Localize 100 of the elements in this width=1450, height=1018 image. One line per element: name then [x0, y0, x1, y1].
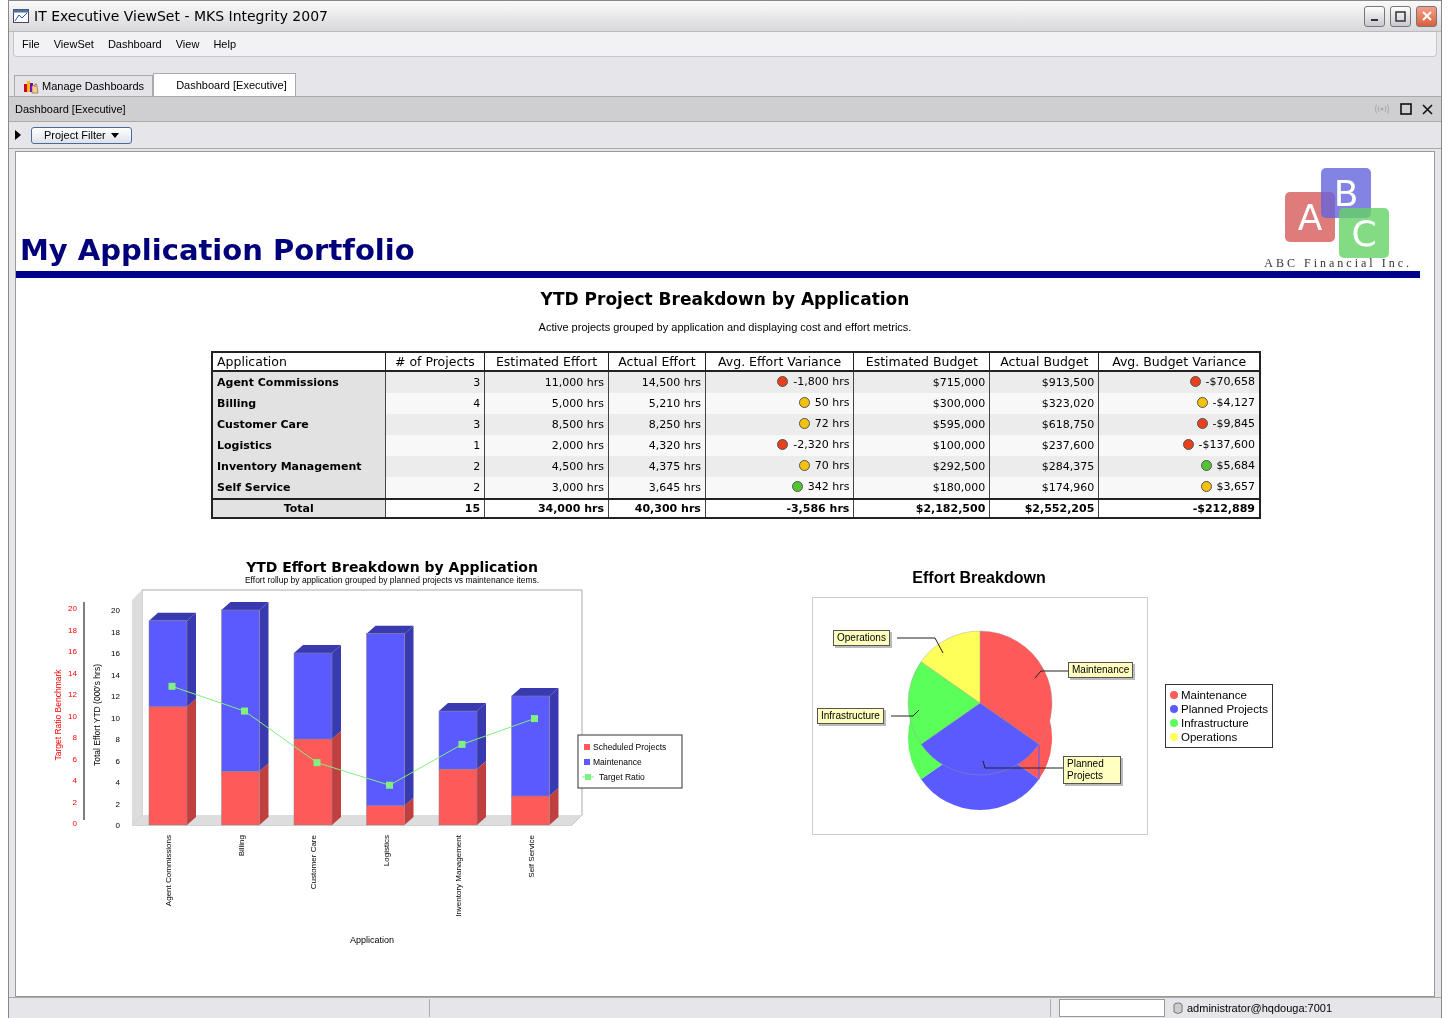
table-cell: 1 [385, 435, 485, 456]
table-cell: Inventory Management [212, 456, 385, 477]
tick-label: 20 [68, 604, 77, 613]
close-icon [1421, 11, 1432, 21]
table-cell: -$9,845 [1098, 414, 1260, 435]
table-cell: 2 [385, 477, 485, 499]
menu-item[interactable]: ViewSet [53, 38, 94, 50]
table-cell: $715,000 [853, 371, 990, 393]
menu-item[interactable]: Help [213, 38, 236, 50]
legend-line-icon [581, 774, 595, 780]
slice-label: Operations [833, 630, 890, 646]
bar [438, 768, 478, 826]
legend-label: Infrastructure [1181, 717, 1249, 729]
panel-title: Dashboard [Executive] [15, 103, 127, 115]
total-cell: -3,586 hrs [705, 499, 854, 518]
tick-label: 6 [72, 754, 77, 764]
slice-label: Planned Projects [1063, 756, 1121, 784]
legend-label: Target Ratio [599, 772, 645, 782]
chart-window-icon [13, 9, 29, 23]
window-title: IT Executive ViewSet - MKS Integrity 2007 [34, 8, 329, 24]
data-point [458, 740, 466, 748]
tick-label: 8 [72, 733, 77, 742]
table-cell: Logistics [212, 435, 385, 456]
section-title: YTD Project Breakdown by Application [539, 289, 911, 309]
table-cell: 342 hrs [705, 477, 854, 499]
data-point [531, 715, 538, 723]
tick-label: 4 [115, 778, 120, 787]
table-cell: 4,375 hrs [608, 456, 706, 477]
table-cell: -$70,658 [1098, 371, 1260, 393]
category-label: Agent Commissions [164, 835, 173, 907]
maximize-button[interactable] [1390, 5, 1411, 27]
table-cell: 8,250 hrs [608, 414, 706, 435]
category-label: Inventory Management [454, 835, 463, 917]
project-filter-button[interactable]: Project Filter [31, 126, 132, 144]
table-cell: 72 hrs [705, 414, 854, 435]
leader-line [896, 637, 944, 654]
slice-label: Maintenance [1068, 662, 1134, 678]
legend-label: Maintenance [593, 757, 642, 767]
tick-label: 16 [68, 647, 77, 656]
table-cell: Agent Commissions [212, 371, 385, 393]
close-button[interactable] [1416, 5, 1437, 27]
table-cell: 5,000 hrs [484, 393, 609, 414]
status-field[interactable] [1059, 999, 1165, 1017]
tick-label: 14 [111, 670, 120, 680]
expand-icon[interactable] [15, 130, 21, 140]
table-cell: $618,750 [989, 414, 1099, 435]
total-cell: Total [212, 499, 385, 518]
table-cell: 2 [385, 456, 485, 477]
table-cell: $284,375 [989, 456, 1099, 477]
table-cell: $100,000 [853, 435, 990, 456]
tab[interactable]: Dashboard [Executive] [153, 73, 296, 96]
table-cell: 3 [385, 414, 485, 435]
database-icon [1173, 1002, 1183, 1014]
bar [438, 710, 478, 770]
status-user: administrator@hqdouga:7001 [1187, 1002, 1333, 1014]
tick-label: 8 [115, 735, 120, 744]
leader-line [890, 709, 920, 717]
table-cell: -$4,127 [1098, 393, 1260, 414]
table-cell: 2,000 hrs [484, 435, 609, 456]
table-cell: 8,500 hrs [484, 414, 609, 435]
table-cell: 3,000 hrs [484, 477, 609, 499]
table-cell: Self Service [212, 477, 385, 499]
total-cell: $2,182,500 [853, 499, 990, 518]
minimize-icon [1371, 19, 1378, 21]
menu-item[interactable]: View [175, 38, 200, 50]
tick-label: 2 [115, 799, 120, 809]
category-label: Self Service [526, 835, 536, 878]
tick-label: 6 [115, 756, 120, 766]
axis-title: Total Effort YTD (000's hrs) [92, 664, 102, 766]
menu-item[interactable]: Dashboard [107, 38, 162, 50]
table-cell: Billing [212, 393, 385, 414]
table-cell: $595,000 [853, 414, 990, 435]
table-cell: $292,500 [853, 456, 990, 477]
close-icon[interactable] [1422, 103, 1433, 115]
dropdown-caret-icon [110, 132, 119, 138]
tick-label: 0 [72, 819, 77, 828]
table-cell: -1,800 hrs [705, 371, 854, 393]
legend-label: Operations [1181, 731, 1238, 743]
table-cell: $180,000 [853, 477, 990, 499]
category-label: Logistics [381, 835, 391, 867]
tab[interactable]: Manage Dashboards [14, 75, 154, 96]
table-cell: $5,684 [1098, 456, 1260, 477]
tick-label: 0 [115, 821, 120, 830]
legend-label: Maintenance [1181, 689, 1247, 701]
table-cell: $323,020 [989, 393, 1099, 414]
tick-label: 16 [111, 649, 120, 658]
maximize-icon[interactable] [1400, 103, 1412, 115]
chart-title: YTD Effort Breakdown by Application [246, 559, 538, 575]
menu-item[interactable]: File [22, 38, 40, 50]
tick-label: 10 [68, 711, 77, 721]
table-cell: -$137,600 [1098, 435, 1260, 456]
total-cell: 15 [385, 499, 485, 518]
category-label: Billing [236, 835, 246, 857]
chart-subtitle: Effort rollup by application grouped by planned projects vs maintenance items. [244, 575, 540, 585]
dashboard-hand-icon [23, 78, 39, 94]
total-cell: -$212,889 [1098, 499, 1260, 518]
data-point [386, 781, 393, 789]
minimize-button[interactable] [1364, 5, 1385, 27]
table-cell: 70 hrs [705, 456, 854, 477]
table-cell: $300,000 [853, 393, 990, 414]
